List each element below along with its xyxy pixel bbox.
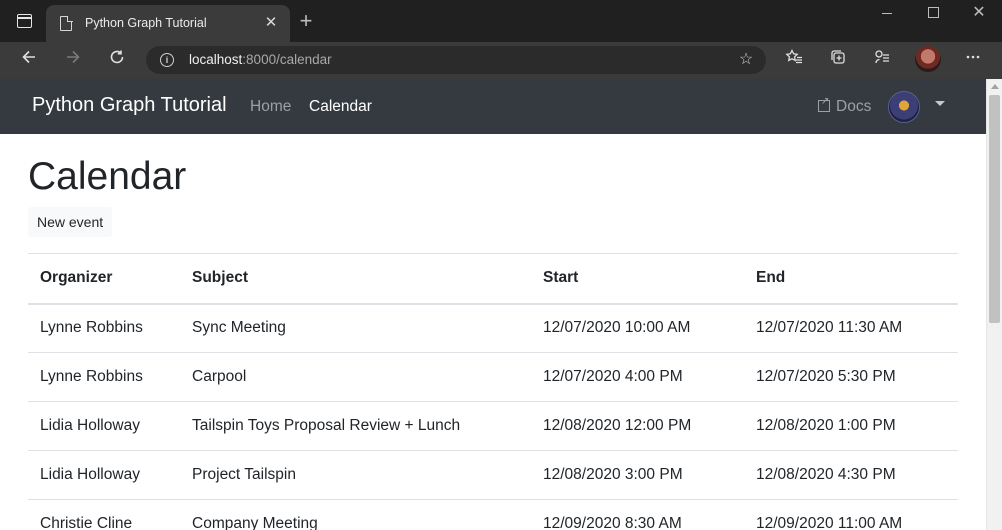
organizer-cell: Lynne Robbins	[28, 303, 180, 353]
maximize-icon[interactable]	[918, 4, 948, 24]
url-text[interactable]: localhost:8000/calendar	[189, 52, 332, 67]
new-tab-icon[interactable]: +	[296, 10, 316, 32]
user-avatar[interactable]	[888, 91, 920, 123]
table-row: Christie Cline Company Meeting 12/09/202…	[28, 499, 958, 530]
table-row: Lynne Robbins Sync Meeting 12/07/2020 10…	[28, 303, 958, 353]
end-cell: 12/07/2020 5:30 PM	[744, 352, 958, 402]
subject-cell: Sync Meeting	[180, 303, 531, 353]
subject-cell: Tailspin Toys Proposal Review + Lunch	[180, 401, 531, 451]
favorites-icon[interactable]	[781, 48, 807, 74]
organizer-cell: Lidia Holloway	[28, 450, 180, 500]
add-favorite-icon[interactable]: ☆	[736, 50, 756, 70]
external-link-icon	[818, 96, 830, 112]
browser-tab[interactable]: Python Graph Tutorial ✕	[46, 5, 290, 42]
tab-title: Python Graph Tutorial	[85, 16, 207, 30]
table-header-row: Organizer Subject Start End	[28, 253, 958, 305]
end-cell: 12/08/2020 1:00 PM	[744, 401, 958, 451]
site-brand[interactable]: Python Graph Tutorial	[32, 94, 227, 117]
subject-cell: Company Meeting	[180, 499, 531, 530]
new-event-button[interactable]: New event	[28, 207, 113, 237]
end-cell: 12/08/2020 4:30 PM	[744, 450, 958, 500]
window-icon[interactable]	[17, 14, 32, 28]
table-row: Lidia Holloway Project Tailspin 12/08/20…	[28, 450, 958, 500]
page-title: Calendar	[28, 155, 187, 198]
scroll-up-arrow-icon[interactable]	[991, 84, 999, 89]
start-cell: 12/08/2020 3:00 PM	[531, 450, 744, 500]
page-viewport: Python Graph Tutorial Home Calendar Docs…	[0, 79, 986, 530]
table-row: Lidia Holloway Tailspin Toys Proposal Re…	[28, 401, 958, 451]
organizer-cell: Christie Cline	[28, 499, 180, 530]
info-icon[interactable]: i	[160, 53, 174, 67]
organizer-cell: Lidia Holloway	[28, 401, 180, 451]
start-cell: 12/07/2020 10:00 AM	[531, 303, 744, 353]
page-scrollbar[interactable]	[986, 79, 1002, 530]
subject-cell: Project Tailspin	[180, 450, 531, 500]
nav-home-link[interactable]: Home	[250, 98, 291, 116]
column-header-end: End	[744, 253, 958, 305]
subject-cell: Carpool	[180, 352, 531, 402]
more-icon[interactable]	[960, 48, 986, 74]
page-icon	[60, 15, 73, 31]
docs-link[interactable]: Docs	[818, 96, 872, 116]
profile-avatar[interactable]	[915, 46, 941, 72]
column-header-organizer: Organizer	[28, 253, 180, 305]
nav-calendar-link[interactable]: Calendar	[309, 98, 372, 116]
close-tab-icon[interactable]: ✕	[262, 14, 280, 32]
start-cell: 12/07/2020 4:00 PM	[531, 352, 744, 402]
chevron-down-icon[interactable]	[935, 101, 945, 106]
start-cell: 12/09/2020 8:30 AM	[531, 499, 744, 530]
table-row: Lynne Robbins Carpool 12/07/2020 4:00 PM…	[28, 352, 958, 402]
forward-arrow-icon[interactable]	[60, 48, 86, 74]
end-cell: 12/07/2020 11:30 AM	[744, 303, 958, 353]
organizer-cell: Lynne Robbins	[28, 352, 180, 402]
column-header-start: Start	[531, 253, 744, 305]
tab-strip: Python Graph Tutorial ✕ + ✕	[0, 0, 1002, 42]
minimize-icon[interactable]	[872, 4, 902, 24]
refresh-icon[interactable]	[104, 48, 130, 74]
address-bar[interactable]: i localhost:8000/calendar ☆	[146, 46, 766, 74]
start-cell: 12/08/2020 12:00 PM	[531, 401, 744, 451]
calendar-table: Organizer Subject Start End Lynne Robbin…	[28, 253, 958, 530]
scrollbar-thumb[interactable]	[989, 95, 1000, 323]
browser-toolbar: i localhost:8000/calendar ☆	[0, 42, 1002, 79]
collections-icon[interactable]	[825, 48, 851, 74]
end-cell: 12/09/2020 11:00 AM	[744, 499, 958, 530]
column-header-subject: Subject	[180, 253, 531, 305]
extensions-icon[interactable]	[869, 48, 895, 74]
site-navbar: Python Graph Tutorial Home Calendar Docs	[0, 79, 986, 134]
docs-label: Docs	[836, 98, 872, 115]
back-arrow-icon[interactable]	[16, 48, 42, 74]
close-window-icon[interactable]: ✕	[964, 4, 994, 24]
